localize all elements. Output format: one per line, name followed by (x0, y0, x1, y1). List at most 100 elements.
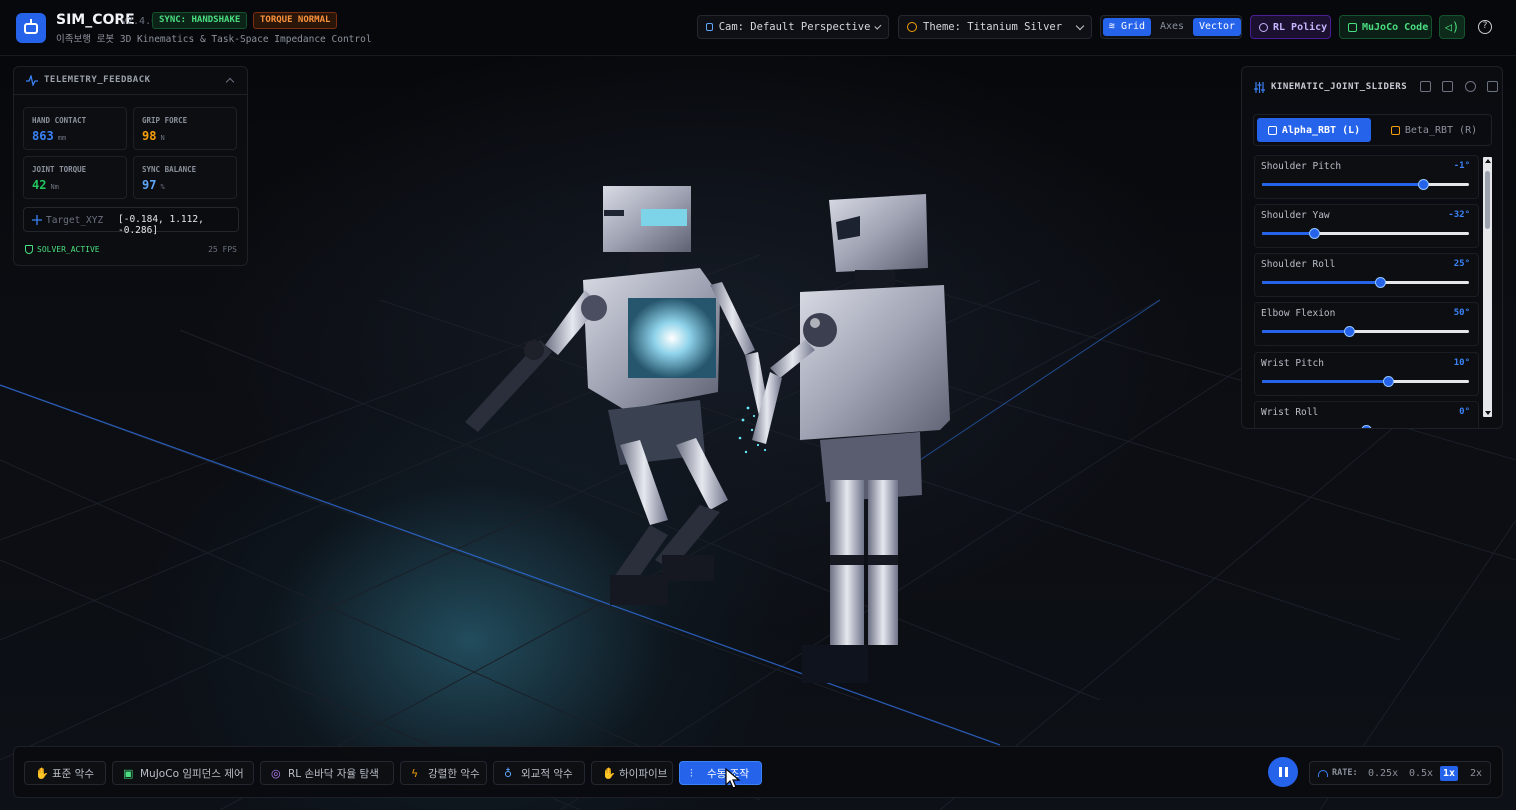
brain-icon (1259, 22, 1268, 32)
chevron-up-icon[interactable] (225, 77, 235, 87)
telemetry-header[interactable]: TELEMETRY_FEEDBACK (14, 67, 247, 95)
pause-button[interactable] (1268, 757, 1298, 787)
mode-button-label: 표준 악수 (52, 767, 94, 780)
joint-slider-track[interactable] (1262, 376, 1469, 387)
telemetry-panel: TELEMETRY_FEEDBACK HAND CONTACT 863 mm GR… (13, 66, 248, 266)
joint-slider-row: Shoulder Roll 25° (1254, 253, 1479, 297)
stat-joint-torque: JOINT TORQUE 42 Nm (23, 156, 127, 199)
stat-grip-force: GRIP FORCE 98 N (133, 107, 237, 150)
joint-name: Shoulder Yaw (1261, 210, 1330, 221)
camera-icon (706, 23, 713, 31)
pause-icon (1278, 767, 1282, 777)
joint-slider-track[interactable] (1262, 179, 1469, 190)
joint-sliders-title: KINEMATIC_JOINT_SLIDERS (1271, 82, 1408, 92)
rate-label: RATE: (1332, 768, 1358, 778)
tab-alpha-robot[interactable]: Alpha_RBT (L) (1257, 118, 1371, 142)
joint-slider-thumb[interactable] (1418, 179, 1430, 190)
mode-button[interactable]: ♁ 외교적 악수 (493, 761, 585, 785)
robot-icon (1267, 125, 1277, 135)
speaker-icon: ◁) (1444, 20, 1460, 34)
sync-status-badge: SYNC: HANDSHAKE (152, 12, 248, 29)
joint-slider-thumb[interactable] (1308, 228, 1320, 239)
rate-option[interactable]: 0.25x (1365, 766, 1401, 781)
scroll-down-icon[interactable] (1485, 411, 1491, 415)
mode-button-label: 하이파이브 (619, 767, 668, 780)
stat-value: 42 Nm (32, 178, 59, 192)
mode-button-label: 강렬한 악수 (428, 767, 480, 780)
hand-icon: ✋ (35, 766, 49, 780)
stat-label: JOINT TORQUE (32, 165, 87, 174)
reset-icon[interactable] (1465, 81, 1476, 92)
joint-value: 10° (1453, 358, 1470, 368)
mode-button-label: MuJoCo 임피던스 제어 (140, 767, 244, 780)
award-icon: ♁ (504, 766, 513, 780)
hand-icon[interactable] (1487, 81, 1498, 92)
joint-slider-row: Elbow Flexion 50° (1254, 302, 1479, 346)
target-xyz-value: [-0.184, 1.112, -0.286] (118, 214, 204, 236)
stat-hand-contact: HAND CONTACT 863 mm (23, 107, 127, 150)
joint-slider-fill (1262, 281, 1380, 284)
app-subtitle: 이족보행 로봇 3D Kinematics & Task-Space Imped… (56, 34, 372, 45)
mode-button[interactable]: ✋ 표준 악수 (24, 761, 106, 785)
mujoco-code-button[interactable]: MuJoCo Code (1339, 15, 1432, 39)
tab-beta-robot[interactable]: Beta_RBT (R) (1378, 118, 1490, 142)
scroll-up-icon[interactable] (1485, 159, 1491, 163)
rate-option[interactable]: 0.5x (1406, 766, 1436, 781)
folder-icon[interactable] (1442, 81, 1453, 92)
mujoco-code-label: MuJoCo Code (1362, 21, 1429, 33)
hand-icon: ✋ (602, 766, 616, 780)
joint-slider-track[interactable] (1262, 326, 1469, 337)
joint-slider-row: Wrist Pitch 10° (1254, 352, 1479, 396)
activity-icon (26, 75, 38, 86)
fps-counter: 25 FPS (208, 245, 237, 254)
joint-name: Wrist Roll (1261, 407, 1319, 418)
stat-label: HAND CONTACT (32, 116, 87, 125)
joint-name: Shoulder Roll (1261, 259, 1336, 270)
joint-slider-track[interactable] (1262, 277, 1469, 288)
vector-toggle[interactable]: Vector (1193, 18, 1241, 36)
scrollbar-thumb[interactable] (1485, 171, 1490, 229)
rate-option[interactable]: 2x (1467, 766, 1485, 781)
joint-value: 0° (1459, 407, 1470, 417)
brain-icon: ◎ (271, 766, 281, 780)
bottom-control-bar: ✋ 표준 악수 ▣ MuJoCo 임피던스 제어 ◎ RL 손바닥 자율 탐색 ϟ 강렬한 악… (13, 746, 1503, 798)
sound-toggle-button[interactable]: ◁) (1439, 15, 1465, 39)
joint-slider-thumb[interactable] (1383, 376, 1395, 387)
cpu-icon (1348, 22, 1357, 32)
mode-button[interactable]: ◎ RL 손바닥 자율 탐색 (260, 761, 394, 785)
sliders-icon (1254, 82, 1265, 93)
mode-button[interactable]: ϟ 강렬한 악수 (400, 761, 487, 785)
rate-option-selected[interactable]: 1x (1440, 766, 1459, 781)
mode-button[interactable]: ⫶ 수동 조작 (679, 761, 762, 785)
mode-button[interactable]: ▣ MuJoCo 임피던스 제어 (112, 761, 254, 785)
joint-slider-row: Wrist Roll 0° (1254, 401, 1479, 428)
grid-toggle-label: Grid (1120, 21, 1146, 32)
joint-name: Shoulder Pitch (1261, 161, 1342, 172)
joint-slider-fill (1262, 183, 1424, 186)
help-icon[interactable]: ? (1478, 20, 1492, 34)
layers-icon: ≋ (1108, 21, 1121, 32)
joint-slider-track[interactable] (1262, 228, 1469, 239)
joint-slider-thumb[interactable] (1360, 425, 1372, 428)
joint-value: -32° (1448, 210, 1470, 220)
cpu-icon: ▣ (123, 766, 134, 780)
joint-value: 25° (1453, 259, 1470, 269)
joint-slider-thumb[interactable] (1343, 326, 1355, 337)
camera-select[interactable]: Cam: Default Perspective (697, 15, 889, 39)
joint-name: Wrist Pitch (1261, 358, 1324, 369)
grid-toggle[interactable]: ≋ Grid (1103, 18, 1151, 36)
torque-status-badge: TORQUE NORMAL (253, 12, 338, 29)
lightning-icon: ϟ (411, 766, 419, 780)
slider-list-scrollbar[interactable] (1483, 157, 1492, 417)
theme-select[interactable]: Theme: Titanium Silver (898, 15, 1092, 39)
mode-button-label: RL 손바닥 자율 탐색 (288, 767, 379, 780)
mode-button[interactable]: ✋ 하이파이브 (591, 761, 673, 785)
palette-icon (907, 22, 917, 32)
rl-policy-button[interactable]: RL Policy (1250, 15, 1331, 39)
axes-toggle[interactable]: Axes (1153, 18, 1191, 36)
stat-label: GRIP FORCE (142, 116, 188, 125)
stat-value: 98 N (142, 129, 165, 143)
joint-slider-thumb[interactable] (1374, 277, 1386, 288)
save-icon[interactable] (1420, 81, 1431, 92)
shield-icon (25, 245, 33, 254)
